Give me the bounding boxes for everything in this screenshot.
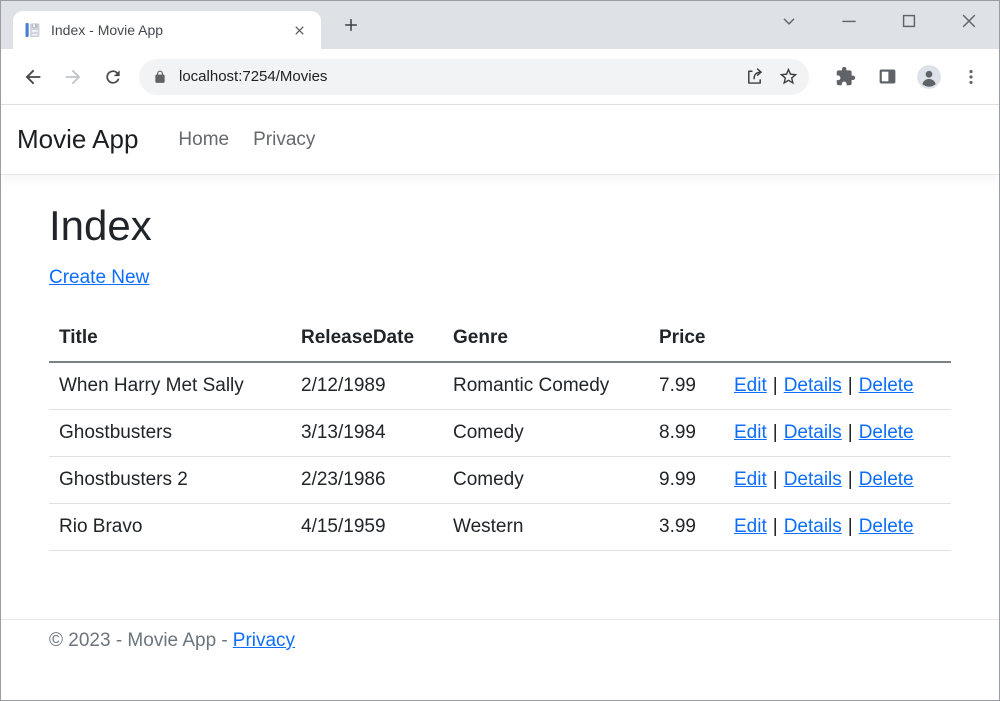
details-link[interactable]: Details: [784, 375, 842, 396]
action-separator: |: [773, 422, 778, 443]
cell-release-date: 3/13/1984: [291, 410, 443, 457]
browser-toolbar: localhost:7254/Movies: [1, 49, 999, 105]
edit-link[interactable]: Edit: [734, 469, 767, 490]
profile-avatar-icon[interactable]: [909, 57, 949, 97]
cell-release-date: 4/15/1959: [291, 504, 443, 551]
forward-icon[interactable]: [53, 57, 93, 97]
table-row: When Harry Met Sally 2/12/1989 Romantic …: [49, 362, 951, 410]
tab-strip: Index - Movie App: [1, 1, 999, 49]
nav-link-home[interactable]: Home: [170, 121, 237, 159]
details-link[interactable]: Details: [784, 469, 842, 490]
bookmark-star-icon[interactable]: [771, 60, 805, 94]
kebab-menu-icon[interactable]: [951, 57, 991, 97]
main-content: Index Create New Title ReleaseDate Genre…: [1, 201, 999, 551]
side-panel-icon[interactable]: [867, 57, 907, 97]
cell-actions: Edit | Details | Delete: [724, 362, 951, 410]
column-header-genre: Genre: [443, 315, 649, 362]
action-separator: |: [773, 469, 778, 490]
page-title: Index: [49, 201, 951, 251]
details-link[interactable]: Details: [784, 516, 842, 537]
create-new-link[interactable]: Create New: [49, 267, 149, 288]
back-icon[interactable]: [13, 57, 53, 97]
cell-price: 3.99: [649, 504, 724, 551]
column-header-price: Price: [649, 315, 724, 362]
action-separator: |: [848, 516, 853, 537]
table-row: Ghostbusters 3/13/1984 Comedy 8.99 Edit |…: [49, 410, 951, 457]
cell-genre: Comedy: [443, 457, 649, 504]
window-close-icon[interactable]: [953, 5, 985, 37]
cell-genre: Comedy: [443, 410, 649, 457]
delete-link[interactable]: Delete: [859, 422, 914, 443]
column-header-title: Title: [49, 315, 291, 362]
nav-link-privacy[interactable]: Privacy: [245, 121, 323, 159]
extensions-puzzle-icon[interactable]: [825, 57, 865, 97]
site-navbar: Movie App Home Privacy: [1, 105, 999, 175]
action-separator: |: [773, 375, 778, 396]
column-header-actions: [724, 315, 951, 362]
action-separator: |: [848, 469, 853, 490]
delete-link[interactable]: Delete: [859, 469, 914, 490]
cell-price: 7.99: [649, 362, 724, 410]
cell-title: Rio Bravo: [49, 504, 291, 551]
navbar-brand[interactable]: Movie App: [17, 124, 138, 155]
delete-link[interactable]: Delete: [859, 375, 914, 396]
cell-actions: Edit | Details | Delete: [724, 457, 951, 504]
toolbar-actions: [825, 57, 991, 97]
action-separator: |: [773, 516, 778, 537]
edit-link[interactable]: Edit: [734, 516, 767, 537]
table-header-row: Title ReleaseDate Genre Price: [49, 315, 951, 362]
footer-text: © 2023 - Movie App -: [49, 630, 228, 651]
cell-title: When Harry Met Sally: [49, 362, 291, 410]
delete-link[interactable]: Delete: [859, 516, 914, 537]
site-footer: © 2023 - Movie App -Privacy: [1, 619, 999, 662]
tab-title: Index - Movie App: [51, 22, 279, 38]
maximize-icon[interactable]: [893, 5, 925, 37]
web-page: Movie App Home Privacy Index Create New …: [1, 105, 999, 700]
cell-release-date: 2/12/1989: [291, 362, 443, 410]
tab-search-chevron-icon[interactable]: [773, 5, 805, 37]
cell-price: 8.99: [649, 410, 724, 457]
cell-genre: Western: [443, 504, 649, 551]
share-icon[interactable]: [737, 60, 771, 94]
footer-privacy-link[interactable]: Privacy: [233, 630, 295, 651]
favicon: [25, 22, 41, 38]
column-header-releasedate: ReleaseDate: [291, 315, 443, 362]
reload-icon[interactable]: [93, 57, 133, 97]
edit-link[interactable]: Edit: [734, 422, 767, 443]
cell-genre: Romantic Comedy: [443, 362, 649, 410]
window-controls: [773, 5, 985, 37]
cell-actions: Edit | Details | Delete: [724, 504, 951, 551]
cell-title: Ghostbusters 2: [49, 457, 291, 504]
cell-release-date: 2/23/1986: [291, 457, 443, 504]
table-row: Ghostbusters 2 2/23/1986 Comedy 9.99 Edi…: [49, 457, 951, 504]
movies-table: Title ReleaseDate Genre Price When Harry…: [49, 315, 951, 551]
cell-title: Ghostbusters: [49, 410, 291, 457]
details-link[interactable]: Details: [784, 422, 842, 443]
browser-window: Index - Movie App: [0, 0, 1000, 701]
cell-actions: Edit | Details | Delete: [724, 410, 951, 457]
action-separator: |: [848, 375, 853, 396]
minimize-icon[interactable]: [833, 5, 865, 37]
new-tab-icon[interactable]: [337, 11, 365, 39]
action-separator: |: [848, 422, 853, 443]
table-row: Rio Bravo 4/15/1959 Western 3.99 Edit | De…: [49, 504, 951, 551]
lock-icon[interactable]: [153, 70, 167, 84]
cell-price: 9.99: [649, 457, 724, 504]
address-bar[interactable]: localhost:7254/Movies: [139, 59, 809, 95]
edit-link[interactable]: Edit: [734, 375, 767, 396]
browser-tab[interactable]: Index - Movie App: [13, 11, 321, 49]
tab-close-icon[interactable]: [289, 20, 309, 40]
url-text[interactable]: localhost:7254/Movies: [179, 68, 737, 85]
